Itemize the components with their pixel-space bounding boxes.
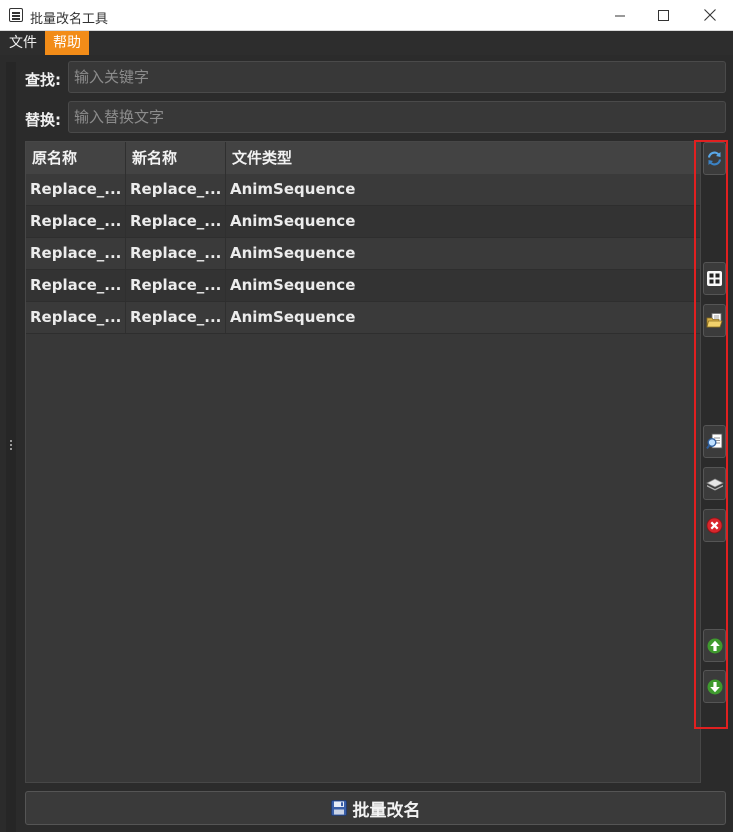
- open-folder-button[interactable]: [703, 304, 726, 337]
- splitter-grip-icon: [10, 440, 14, 450]
- maximize-icon: [657, 9, 669, 21]
- minimize-button[interactable]: [597, 0, 643, 30]
- original-name-cell: Replace_...: [26, 238, 126, 269]
- remove-icon: [706, 517, 723, 534]
- new-name-cell: Replace_...: [126, 302, 226, 333]
- move-down-button[interactable]: [703, 670, 726, 703]
- move-up-button[interactable]: [703, 629, 726, 662]
- app-icon: [9, 8, 23, 22]
- menu-file[interactable]: 文件: [1, 31, 45, 55]
- refresh-icon: [707, 151, 722, 166]
- original-name-cell: Replace_...: [26, 206, 126, 237]
- column-header-file-type[interactable]: 文件类型: [226, 142, 700, 174]
- folder-icon: [705, 313, 723, 328]
- table-row[interactable]: Replace_... Replace_... AnimSequence: [26, 238, 700, 270]
- file-type-cell: AnimSequence: [230, 180, 356, 198]
- menu-bar: 文件 帮助: [0, 31, 733, 55]
- maximize-button[interactable]: [640, 0, 686, 30]
- document-search-icon: [705, 433, 722, 449]
- save-icon: [330, 800, 347, 816]
- file-type-cell: AnimSequence: [230, 276, 356, 294]
- arrow-down-icon: [707, 679, 722, 694]
- table-row[interactable]: Replace_... Replace_... AnimSequence: [26, 206, 700, 238]
- table-row[interactable]: Replace_... Replace_... AnimSequence: [26, 174, 700, 206]
- menu-help[interactable]: 帮助: [45, 31, 89, 55]
- close-icon: [704, 9, 716, 21]
- title-bar: 批量改名工具: [0, 0, 733, 31]
- refresh-button[interactable]: [703, 142, 726, 175]
- layers-icon: [705, 478, 724, 490]
- splitter-handle[interactable]: [6, 62, 16, 832]
- remove-button[interactable]: [703, 509, 726, 542]
- layers-button[interactable]: [703, 467, 726, 500]
- file-type-cell: AnimSequence: [230, 308, 356, 326]
- original-name-cell: Replace_...: [26, 174, 126, 205]
- new-name-cell: Replace_...: [126, 174, 226, 205]
- file-type-cell: AnimSequence: [230, 212, 356, 230]
- table-row[interactable]: Replace_... Replace_... AnimSequence: [26, 270, 700, 302]
- batch-rename-label: 批量改名: [352, 800, 421, 821]
- new-name-cell: Replace_...: [126, 270, 226, 301]
- minimize-icon: [614, 15, 625, 16]
- new-name-cell: Replace_...: [126, 238, 226, 269]
- replace-input[interactable]: [68, 101, 726, 133]
- new-name-cell: Replace_...: [126, 206, 226, 237]
- original-name-cell: Replace_...: [26, 270, 126, 301]
- find-label: 查找:: [25, 71, 61, 89]
- replace-label: 替换:: [25, 111, 61, 129]
- select-all-button[interactable]: [703, 262, 726, 295]
- original-name-cell: Replace_...: [26, 302, 126, 333]
- grid-icon: [707, 271, 722, 286]
- find-input[interactable]: [68, 61, 726, 93]
- close-button[interactable]: [687, 0, 733, 30]
- window-title: 批量改名工具: [30, 12, 109, 27]
- table-header: 原名称 新名称 文件类型: [26, 142, 700, 175]
- arrow-up-icon: [707, 638, 722, 653]
- column-header-original-name[interactable]: 原名称: [26, 142, 126, 174]
- file-type-cell: AnimSequence: [230, 244, 356, 262]
- column-header-new-name[interactable]: 新名称: [126, 142, 226, 174]
- rename-table: 原名称 新名称 文件类型 Replace_... Replace_... Ani…: [25, 141, 701, 783]
- batch-rename-button[interactable]: 批量改名: [25, 791, 726, 825]
- table-row[interactable]: Replace_... Replace_... AnimSequence: [26, 302, 700, 334]
- find-asset-button[interactable]: [703, 425, 726, 458]
